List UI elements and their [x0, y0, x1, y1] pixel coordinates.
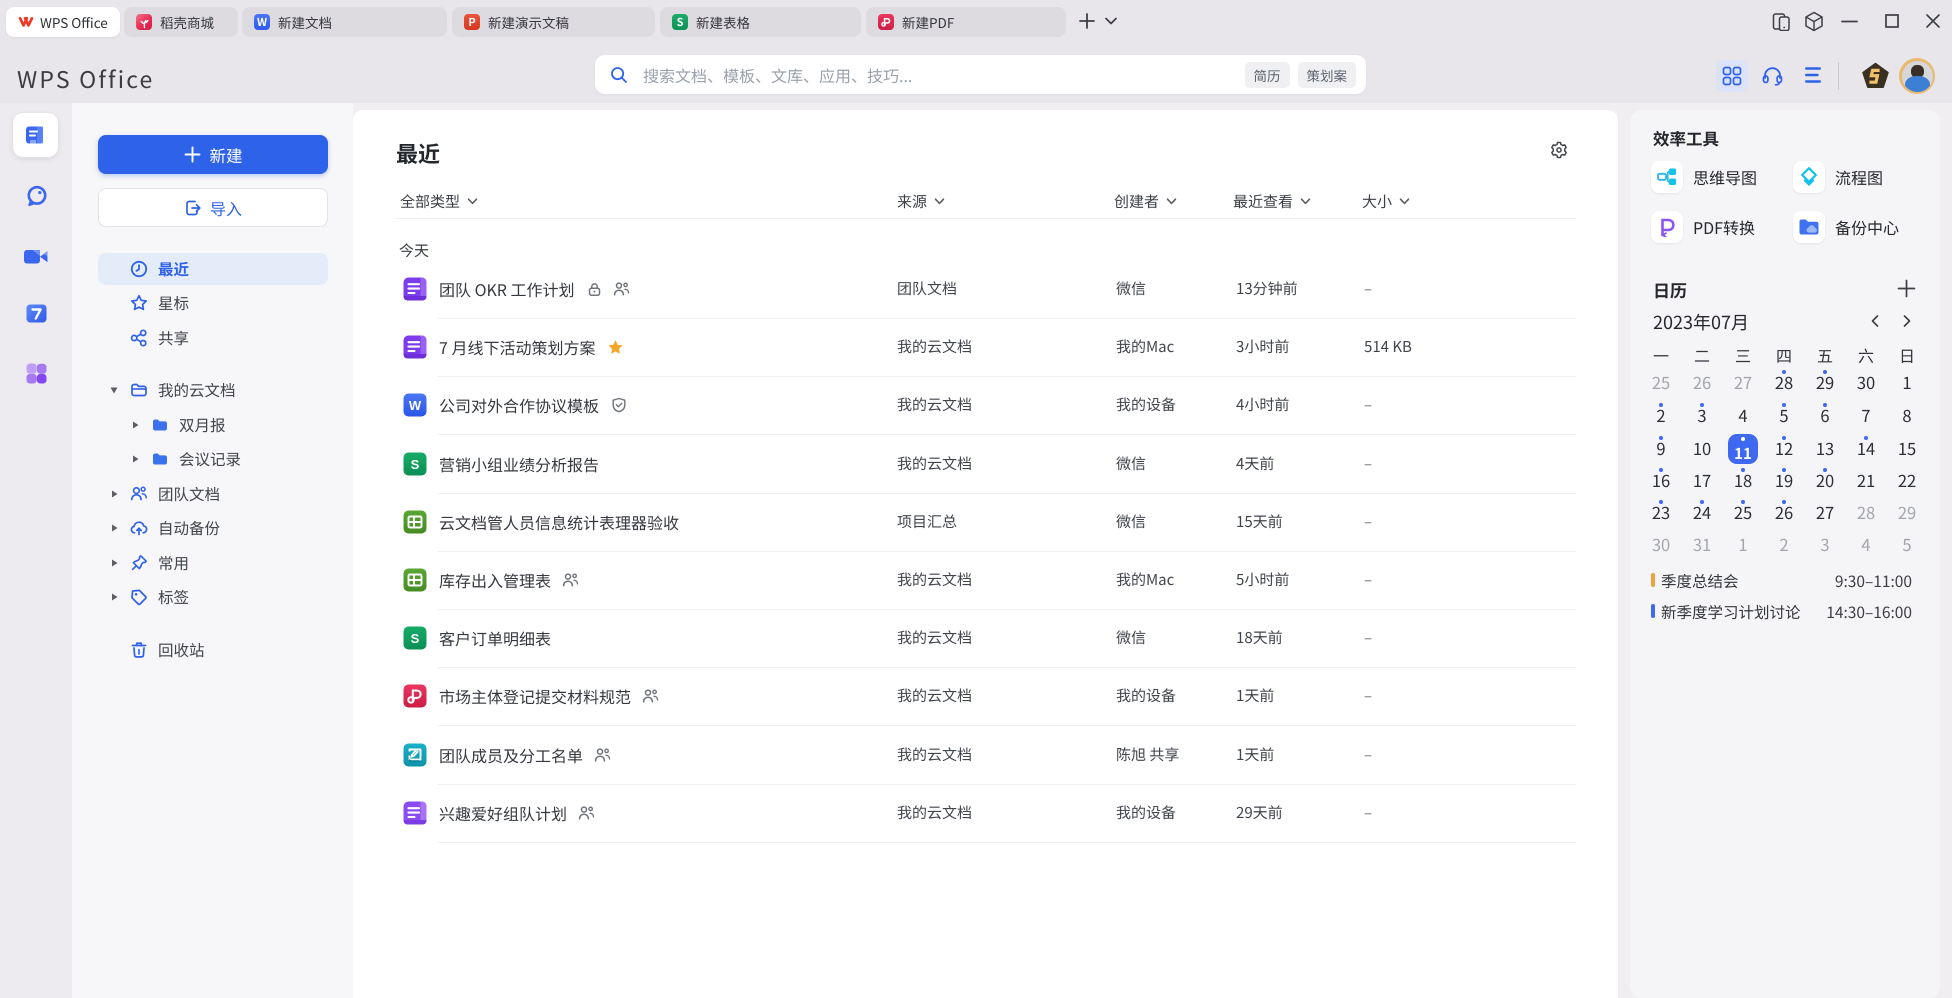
- svg-text:W: W: [409, 398, 422, 413]
- svg-text:S: S: [411, 631, 420, 646]
- svg-text:S: S: [411, 457, 420, 472]
